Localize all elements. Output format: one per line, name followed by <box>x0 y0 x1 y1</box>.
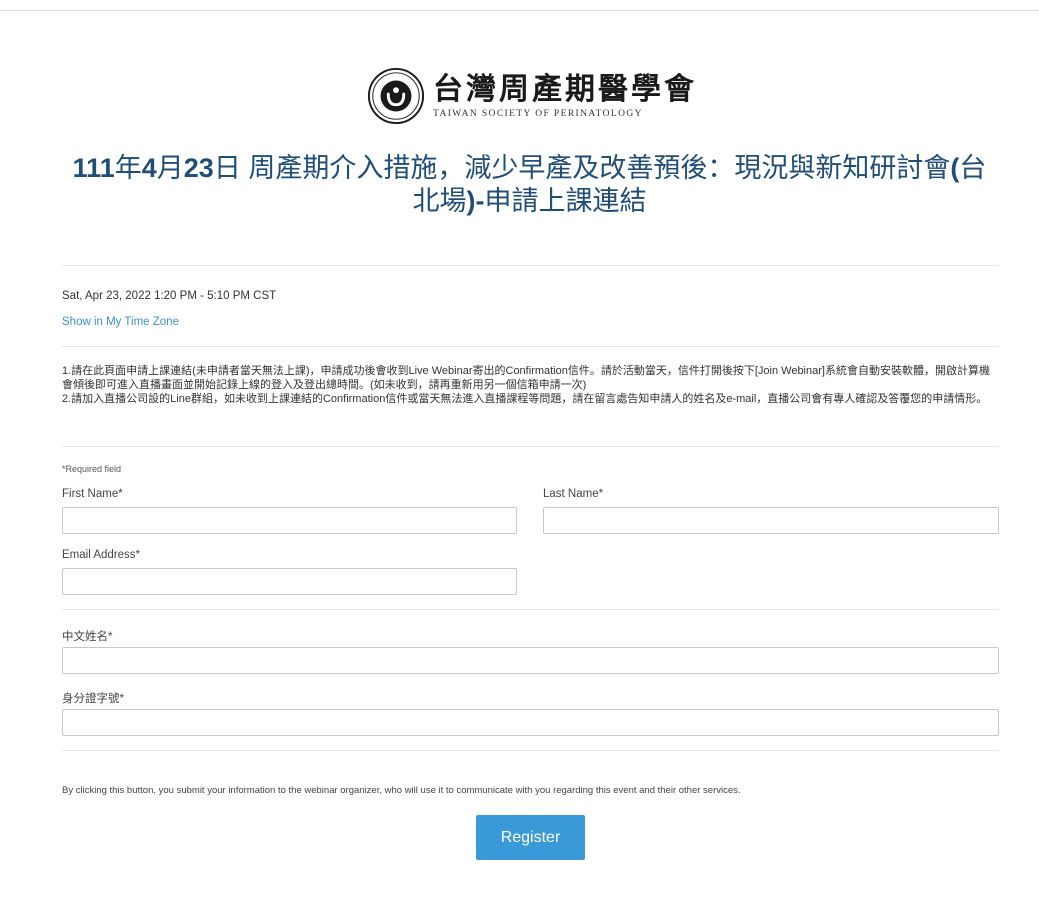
top-divider <box>0 10 1039 11</box>
divider <box>62 265 999 266</box>
event-datetime: Sat, Apr 23, 2022 1:20 PM - 5:10 PM CST <box>62 290 277 302</box>
event-title-part: 111 <box>72 153 115 183</box>
org-name-english: TAIWAN SOCIETY OF PERINATOLOGY <box>433 109 643 119</box>
last-name-input[interactable] <box>543 507 999 534</box>
event-title-part: 年 <box>114 153 142 183</box>
first-name-input[interactable] <box>62 507 517 534</box>
description-line: 2.請加入直播公司設的Line群組，如未收到上課連結的Confirmation信… <box>62 393 988 405</box>
register-button[interactable]: Register <box>476 815 585 860</box>
event-title-part: 申請上課連結 <box>484 186 647 216</box>
id-number-input[interactable] <box>62 709 999 736</box>
event-title: 111年4月23日 周產期介入措施，減少早產及改善預後：現況與新知研討會(台北場… <box>60 152 999 218</box>
show-in-my-time-zone-link[interactable]: Show in My Time Zone <box>62 316 179 328</box>
divider <box>62 446 999 447</box>
event-title-part: ( <box>950 153 960 183</box>
event-title-part: 日 周產期介入措施，減少早產及改善預後：現況與新知研討會 <box>213 153 951 183</box>
org-logo: 台灣周產期醫學會 TAIWAN SOCIETY OF PERINATOLOGY <box>367 66 697 126</box>
first-name-label: First Name* <box>62 488 123 500</box>
required-field-note: *Required field <box>62 464 122 474</box>
description-line: 1.請在此頁面申請上課連結(未申請者當天無法上課)，申請成功後會收到Live W… <box>62 365 990 391</box>
divider <box>62 609 999 610</box>
divider <box>62 346 999 347</box>
last-name-label: Last Name* <box>543 488 604 500</box>
society-seal-icon <box>367 67 425 125</box>
consent-text: By clicking this button, you submit your… <box>62 785 741 796</box>
event-description: 1.請在此頁面申請上課連結(未申請者當天無法上課)，申請成功後會收到Live W… <box>62 364 999 406</box>
org-name-chinese: 台灣周產期醫學會 <box>433 72 697 107</box>
event-title-part: 4 <box>141 153 157 183</box>
chinese-name-input[interactable] <box>62 647 999 674</box>
divider <box>62 750 999 751</box>
event-title-part: 23 <box>183 153 214 183</box>
chinese-name-label: 中文姓名* <box>62 631 113 643</box>
event-title-part: )- <box>466 186 485 216</box>
email-label: Email Address* <box>62 549 140 561</box>
id-number-label: 身分證字號* <box>62 693 124 705</box>
event-title-part: 月 <box>156 153 184 183</box>
email-input[interactable] <box>62 568 517 595</box>
